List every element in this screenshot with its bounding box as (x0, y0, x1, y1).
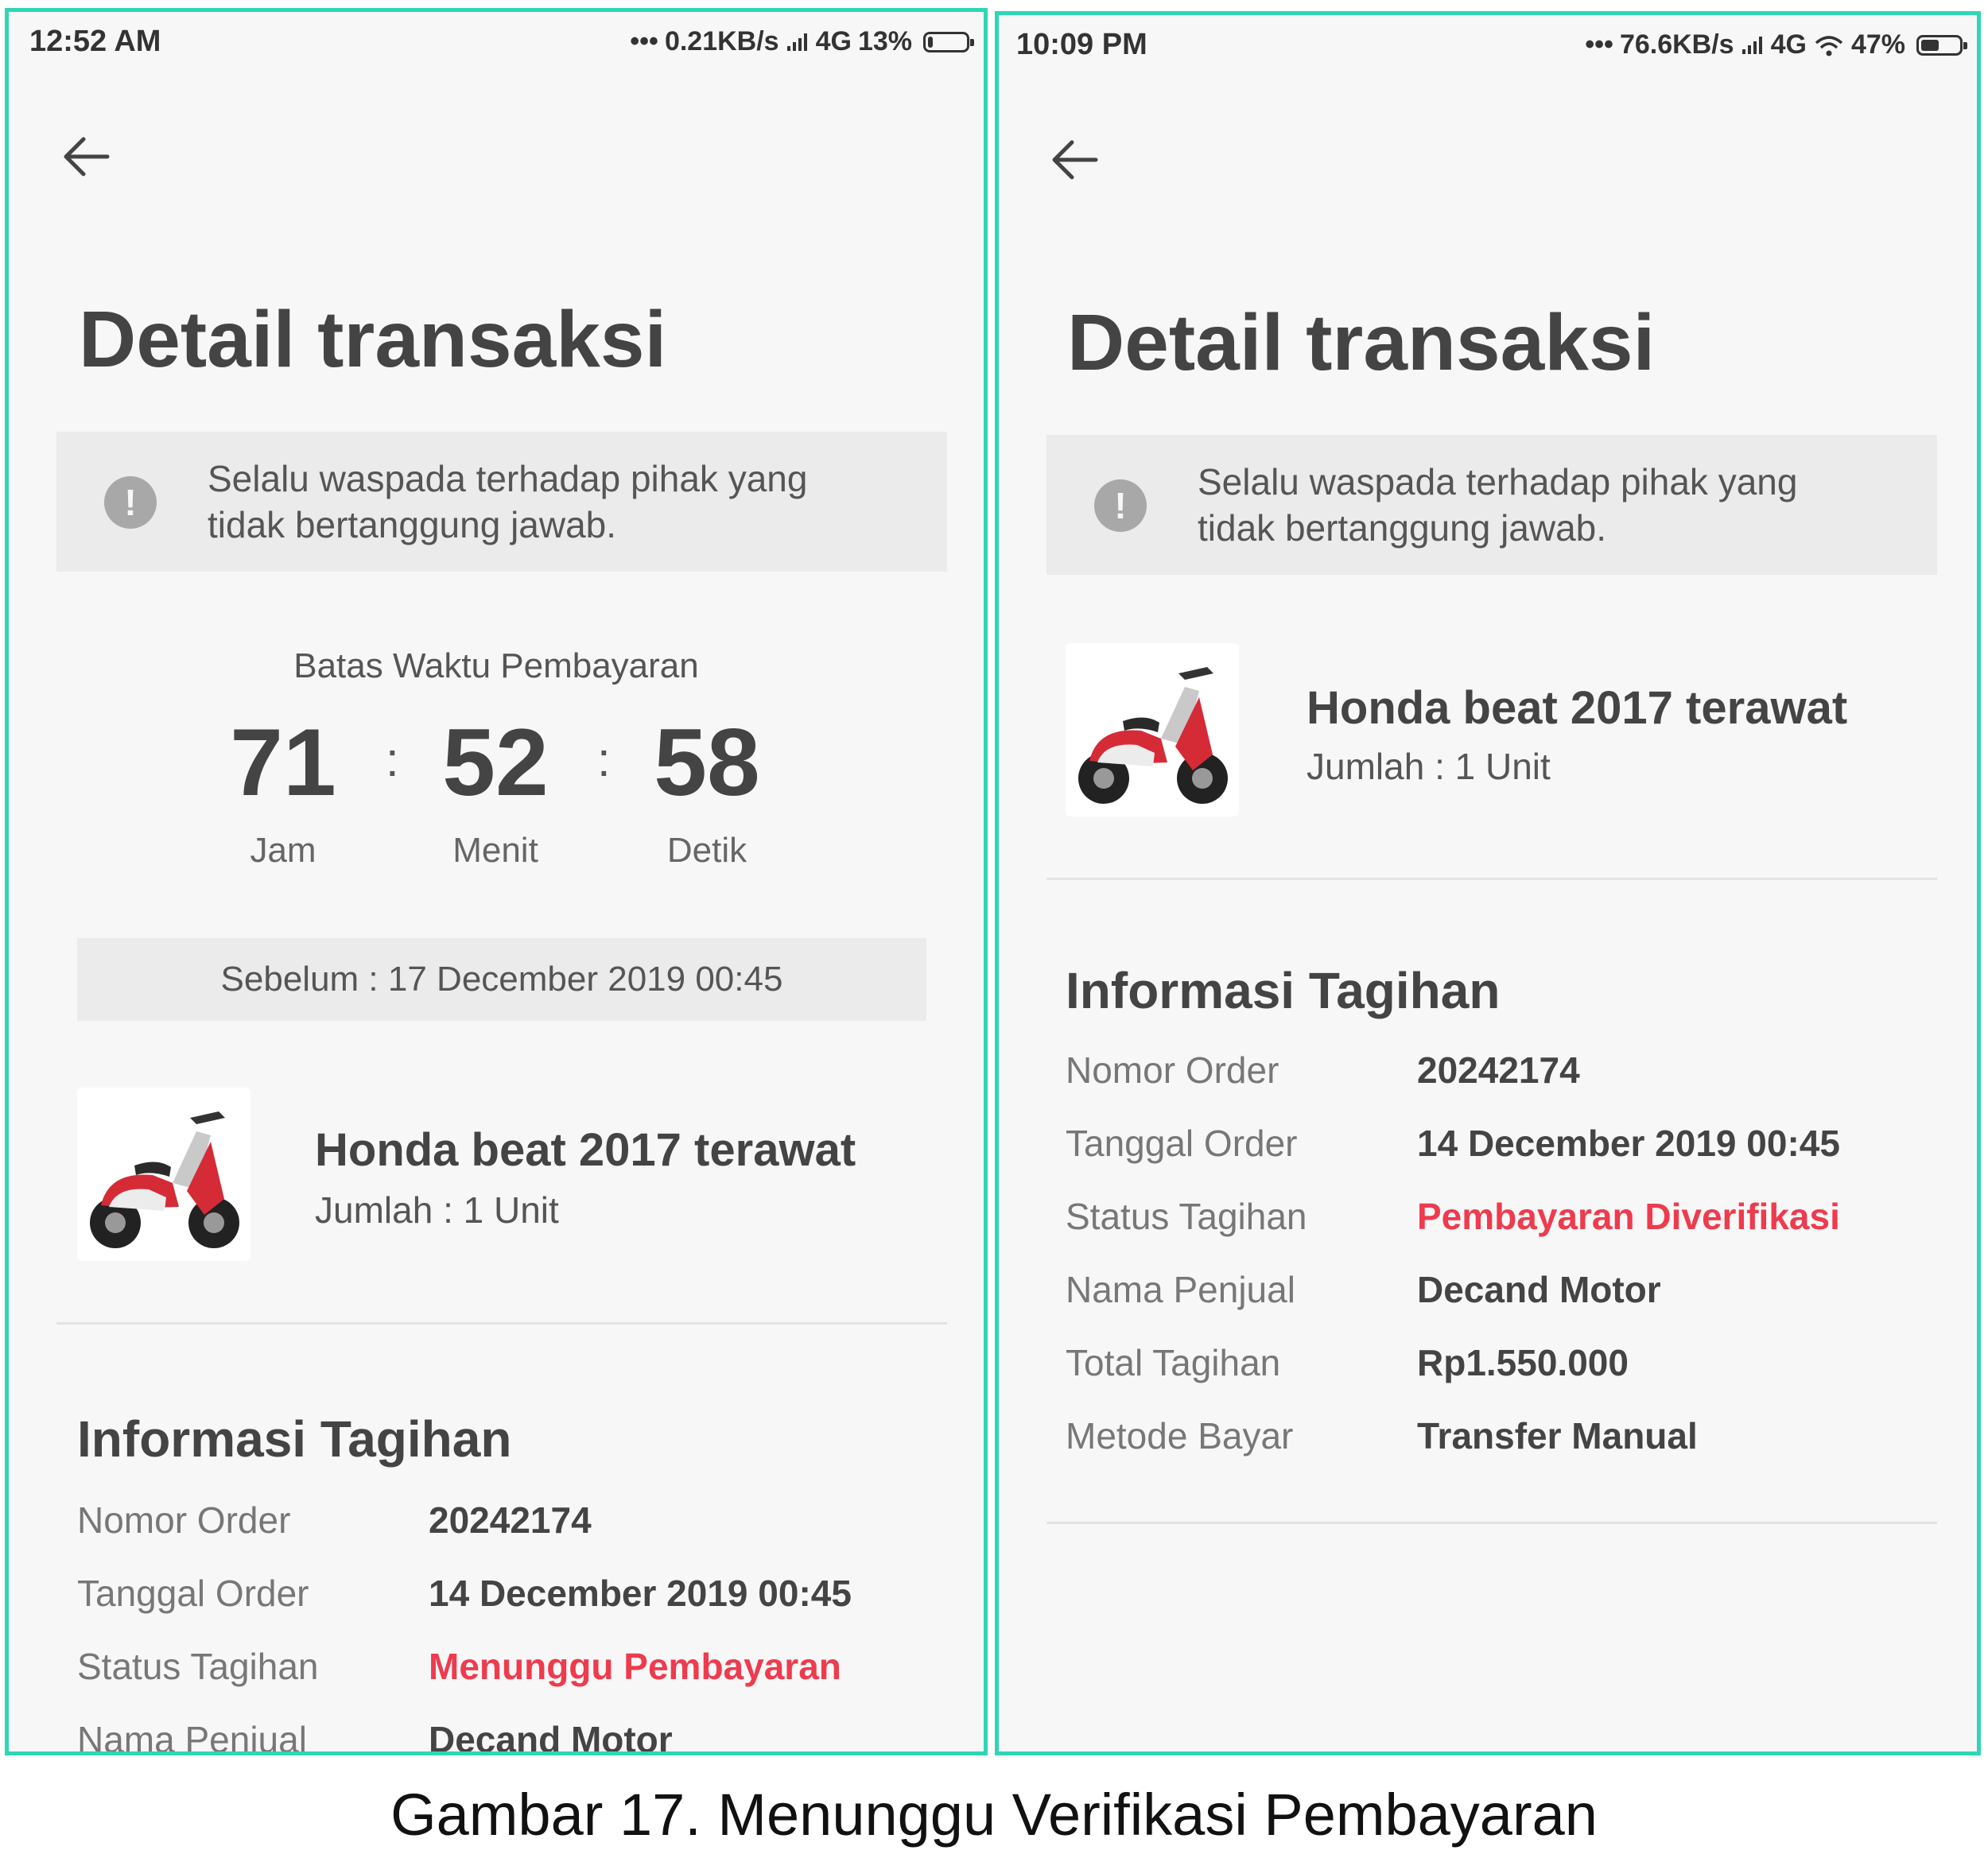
status-time: 12:52 AM (29, 25, 161, 58)
page-title: Detail transaksi (1067, 298, 1656, 387)
billing-label: Status Tagihan (1066, 1196, 1307, 1237)
scooter-image (90, 1111, 239, 1248)
status-icons: ••• 76.6KB/s 4G 47% (1585, 29, 1967, 60)
countdown-seconds: 58 (654, 709, 760, 816)
battery-icon (1916, 34, 1967, 56)
back-arrow-icon[interactable] (1050, 134, 1101, 185)
phone-screen-waiting-payment: 12:52 AM ••• 0.21KB/s 4G 13% Detail tran… (5, 8, 988, 1755)
billing-label: Tanggal Order (1066, 1123, 1298, 1164)
countdown-minutes: 52 (442, 709, 549, 816)
warning-text: Selalu waspada terhadap pihak yang tidak… (208, 458, 808, 545)
countdown-hours-unit: Jam (250, 831, 316, 870)
network-speed: 0.21KB/s (664, 26, 779, 56)
product-name: Honda beat 2017 terawat (315, 1124, 856, 1176)
billing-value-payment-method: Transfer Manual (1417, 1415, 1698, 1457)
more-dots-icon: ••• (630, 26, 658, 56)
billing-value-status: Pembayaran Diverifikasi (1417, 1196, 1840, 1237)
billing-section-title: Informasi Tagihan (1066, 962, 1501, 1019)
back-arrow-icon[interactable] (61, 131, 112, 182)
page-title: Detail transaksi (79, 295, 667, 384)
billing-label: Nama Penjual (1066, 1269, 1295, 1310)
more-dots-icon: ••• (1585, 29, 1613, 60)
warning-icon: ! (1094, 479, 1147, 532)
billing-label: Status Tagihan (77, 1646, 319, 1687)
wifi-icon (1815, 35, 1843, 56)
warning-icon: ! (104, 476, 157, 529)
billing-label: Total Tagihan (1066, 1342, 1281, 1383)
billing-value-seller: Decand Motor (429, 1719, 673, 1755)
billing-value-order-date: 14 December 2019 00:45 (1417, 1123, 1840, 1164)
product-thumbnail[interactable] (1066, 643, 1239, 817)
billing-value-order-date: 14 December 2019 00:45 (429, 1573, 852, 1614)
network-type: 4G (1770, 29, 1807, 60)
battery-icon (923, 31, 974, 52)
countdown-minutes-unit: Menit (452, 831, 538, 870)
network-type: 4G (815, 26, 852, 56)
warning-banner: ! Selalu waspada terhadap pihak yang tid… (56, 432, 947, 572)
warning-banner: ! Selalu waspada terhadap pihak yang tid… (1046, 435, 1937, 575)
product-quantity: Jumlah : 1 Unit (315, 1189, 559, 1231)
billing-value-order-number: 20242174 (1417, 1049, 1580, 1091)
billing-value-order-number: 20242174 (429, 1499, 592, 1541)
billing-label: Nama Penjual (77, 1719, 307, 1755)
billing-section-title: Informasi Tagihan (77, 1410, 512, 1468)
status-icons: ••• 0.21KB/s 4G 13% (630, 26, 974, 57)
status-time: 10:09 PM (1016, 28, 1147, 61)
countdown-seconds-unit: Detik (666, 831, 747, 870)
countdown-hours: 71 (230, 709, 336, 816)
billing-label: Metode Bayar (1066, 1415, 1294, 1457)
scooter-image (1078, 667, 1228, 804)
battery-percent: 47% (1850, 29, 1905, 60)
countdown-separator: : (597, 733, 611, 786)
billing-value-seller: Decand Motor (1417, 1269, 1661, 1310)
battery-percent: 13% (857, 26, 912, 56)
product-name: Honda beat 2017 terawat (1307, 682, 1848, 734)
billing-label: Nomor Order (1066, 1049, 1279, 1091)
phone-screen-payment-verified: 10:09 PM ••• 76.6KB/s 4G 47% Detail tran… (995, 11, 1981, 1755)
billing-value-status: Menunggu Pembayaran (429, 1646, 841, 1687)
divider (1046, 1522, 1937, 1524)
figure-caption: Gambar 17. Menunggu Verifikasi Pembayara… (390, 1782, 1598, 1848)
network-speed: 76.6KB/s (1619, 29, 1734, 60)
divider (56, 1322, 947, 1325)
countdown-separator: : (386, 733, 399, 786)
countdown-label: Batas Waktu Pembayaran (293, 646, 699, 685)
product-quantity: Jumlah : 1 Unit (1307, 746, 1551, 787)
signal-icon (786, 33, 807, 51)
billing-label: Nomor Order (77, 1499, 291, 1541)
payment-deadline: Sebelum : 17 December 2019 00:45 (77, 938, 926, 1021)
product-thumbnail[interactable] (77, 1088, 250, 1261)
signal-icon (1741, 36, 1762, 54)
warning-text: Selalu waspada terhadap pihak yang tidak… (1198, 461, 1798, 549)
billing-value-total: Rp1.550.000 (1417, 1342, 1629, 1383)
billing-label: Tanggal Order (77, 1573, 309, 1614)
divider (1046, 878, 1937, 880)
